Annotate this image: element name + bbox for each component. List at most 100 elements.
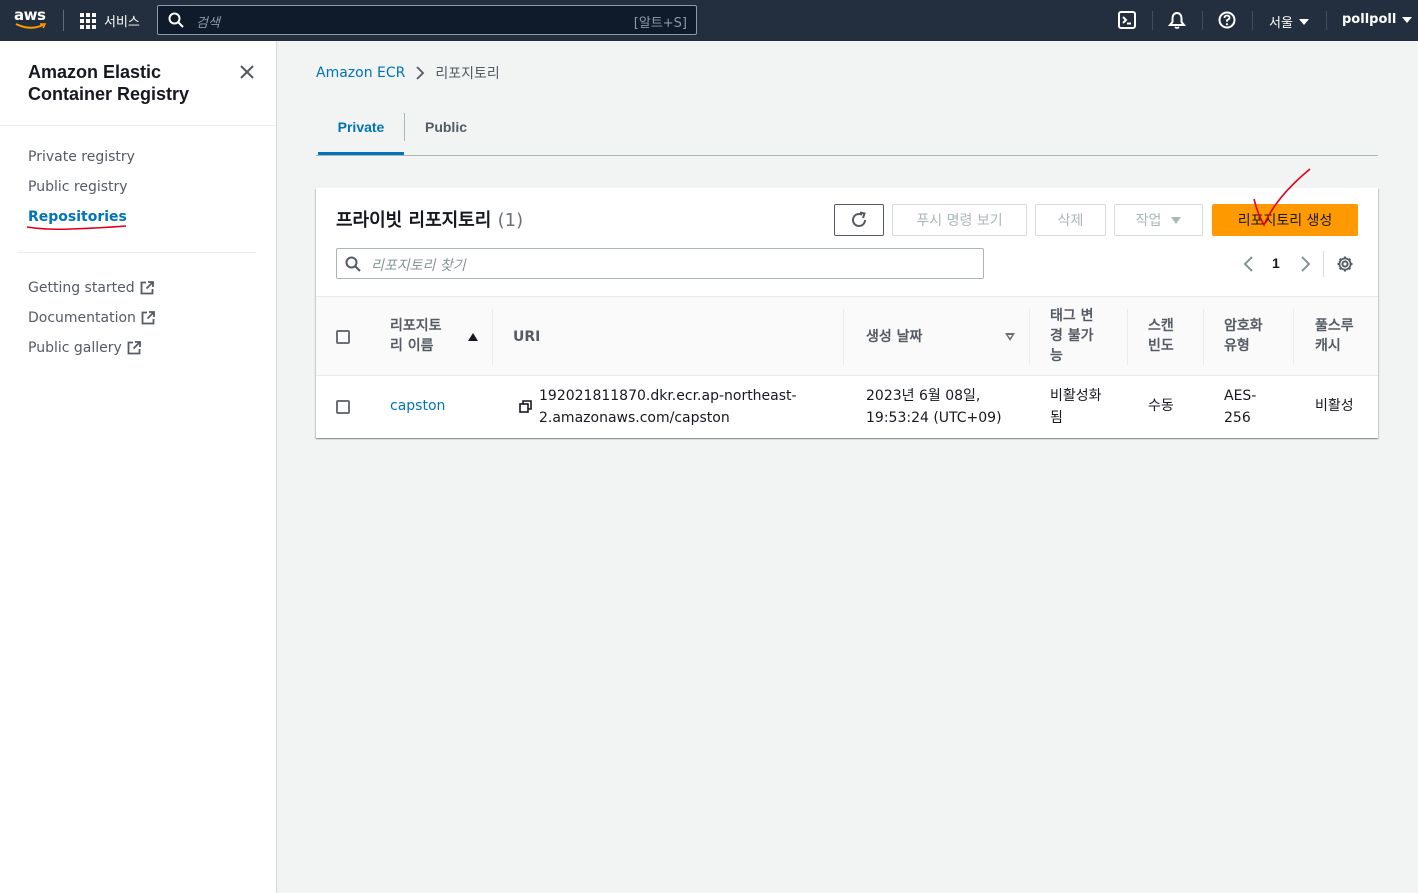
repository-name-link[interactable]: capston: [390, 395, 445, 417]
sidebar-divider: [17, 252, 256, 253]
sidebar-link-public-gallery[interactable]: Public gallery: [28, 340, 141, 356]
tab-label: Private: [337, 119, 385, 135]
select-all-checkbox[interactable]: [336, 330, 350, 344]
sidebar-item-label: Public registry: [28, 179, 128, 195]
search-icon: [345, 256, 361, 272]
column-header-encryption[interactable]: 암호화 유형: [1224, 316, 1263, 356]
external-link-icon: [140, 281, 154, 295]
search-placeholder: 검색: [196, 16, 220, 31]
table-header: 리포지토 리 이름 URI 생성 날짜 태그 변 경 불가 능 스캔 빈도 암호…: [316, 296, 1378, 376]
button-label: 삭제: [1057, 213, 1084, 229]
nav-divider: [63, 10, 64, 31]
column-divider: [843, 309, 844, 365]
nav-divider: [1326, 11, 1327, 30]
created-date: 2023년 6월 08일, 19:53:24 (UTC+09): [866, 388, 1002, 426]
button-label: 작업: [1135, 213, 1162, 229]
top-navigation: aws 서비스 검색 [알트+S] 서울 pollpoll: [0, 0, 1418, 41]
sidebar-item-private-registry[interactable]: Private registry: [28, 149, 135, 165]
breadcrumb-link-ecr[interactable]: Amazon ECR: [316, 65, 405, 81]
search-placeholder: 리포지토리 찾기: [371, 258, 466, 274]
caret-down-icon: [1402, 16, 1413, 23]
sidebar-link-label: Getting started: [28, 280, 135, 296]
registry-tabs: Private Public: [316, 108, 1378, 156]
sidebar-link-documentation[interactable]: Documentation: [28, 310, 155, 326]
encryption-type: AES- 256: [1224, 388, 1257, 426]
bell-icon[interactable]: [1168, 11, 1186, 29]
red-underline-annotation: [26, 225, 127, 231]
table-row: capston 192021811870.dkr.ecr.ap-northeas…: [316, 376, 1378, 438]
search-icon: [168, 12, 184, 28]
row-select-checkbox[interactable]: [336, 400, 350, 414]
repository-search-input[interactable]: 리포지토리 찾기: [336, 248, 984, 279]
sidebar-divider: [0, 125, 276, 126]
sidebar-item-public-registry[interactable]: Public registry: [28, 179, 128, 195]
breadcrumb: Amazon ECR 리포지토리: [316, 63, 500, 83]
column-header-created[interactable]: 생성 날짜: [866, 327, 922, 347]
aws-smile-icon: [15, 23, 47, 29]
repository-uri: 192021811870.dkr.ecr.ap-northeast- 2.ama…: [539, 388, 797, 426]
aws-logo-text: aws: [14, 6, 46, 24]
nav-divider: [1252, 11, 1253, 30]
pager-divider: [1323, 251, 1324, 277]
sort-ascending-icon[interactable]: [468, 333, 478, 341]
red-checkmark-annotation: [1253, 168, 1311, 227]
column-header-name[interactable]: 리포지토 리 이름: [390, 316, 442, 356]
column-divider: [1127, 309, 1128, 365]
panel-title: 프라이빗 리포지토리 (1): [336, 206, 523, 232]
sidebar-item-label: Private registry: [28, 149, 135, 165]
sidebar: Amazon Elastic Container Registry Privat…: [0, 41, 277, 893]
grid-icon: [80, 12, 96, 29]
region-selector[interactable]: 서울: [1269, 12, 1309, 31]
column-header-scan-frequency[interactable]: 스캔 빈도: [1148, 316, 1174, 356]
column-divider: [1029, 309, 1030, 365]
current-page-number[interactable]: 1: [1272, 255, 1280, 271]
chevron-right-icon[interactable]: [1299, 256, 1311, 272]
column-divider: [1293, 309, 1294, 365]
panel-title-text: 프라이빗 리포지토리: [336, 210, 492, 231]
scan-frequency: 수동: [1148, 398, 1174, 414]
nav-divider: [1202, 11, 1203, 30]
actions-dropdown-button[interactable]: 작업: [1114, 204, 1203, 236]
chevron-left-icon[interactable]: [1243, 256, 1255, 272]
sidebar-title: Amazon Elastic Container Registry: [28, 62, 190, 104]
column-header-pull-through-cache[interactable]: 풀스루 캐시: [1315, 316, 1354, 356]
breadcrumb-current: 리포지토리: [435, 66, 500, 82]
sidebar-link-getting-started[interactable]: Getting started: [28, 280, 154, 296]
pull-through-cache-status: 비활성: [1315, 398, 1354, 414]
account-name: pollpoll: [1342, 12, 1397, 27]
refresh-button[interactable]: [834, 204, 884, 236]
sort-descending-icon[interactable]: [1005, 333, 1015, 341]
account-menu[interactable]: pollpoll: [1342, 12, 1413, 27]
close-icon[interactable]: [238, 63, 256, 81]
global-search-input[interactable]: 검색 [알트+S]: [157, 5, 697, 35]
cloudshell-icon[interactable]: [1118, 11, 1136, 29]
sidebar-link-label: Documentation: [28, 310, 136, 326]
aws-logo[interactable]: aws: [14, 8, 48, 32]
tag-immutability-status: 비활성화 됨: [1050, 388, 1102, 426]
repositories-panel: 프라이빗 리포지토리 (1) 푸시 명령 보기 삭제 작업 리포지토리 생성 리…: [316, 188, 1378, 438]
caret-down-icon: [1171, 216, 1182, 224]
column-divider: [492, 309, 493, 365]
services-menu-button[interactable]: 서비스: [80, 11, 140, 30]
tab-public[interactable]: Public: [406, 108, 486, 155]
gear-icon[interactable]: [1336, 255, 1354, 273]
nav-divider: [1152, 11, 1153, 30]
external-link-icon: [127, 341, 141, 355]
view-push-commands-button[interactable]: 푸시 명령 보기: [892, 204, 1027, 236]
chevron-right-icon: [416, 66, 425, 80]
tab-private[interactable]: Private: [318, 108, 404, 155]
tab-divider: [404, 113, 405, 141]
button-label: 푸시 명령 보기: [916, 213, 1003, 229]
repository-count: (1): [497, 210, 524, 231]
caret-down-icon: [1298, 18, 1309, 25]
search-shortcut-hint: [알트+S]: [633, 16, 687, 31]
copy-icon[interactable]: [519, 400, 532, 413]
delete-button[interactable]: 삭제: [1035, 204, 1106, 236]
tab-label: Public: [424, 119, 467, 135]
column-header-tag-immutability[interactable]: 태그 변 경 불가 능: [1050, 306, 1094, 366]
help-icon[interactable]: [1218, 11, 1236, 29]
external-link-icon: [141, 311, 155, 325]
column-header-uri[interactable]: URI: [513, 327, 540, 347]
region-label: 서울: [1269, 16, 1293, 31]
sidebar-link-label: Public gallery: [28, 340, 122, 356]
